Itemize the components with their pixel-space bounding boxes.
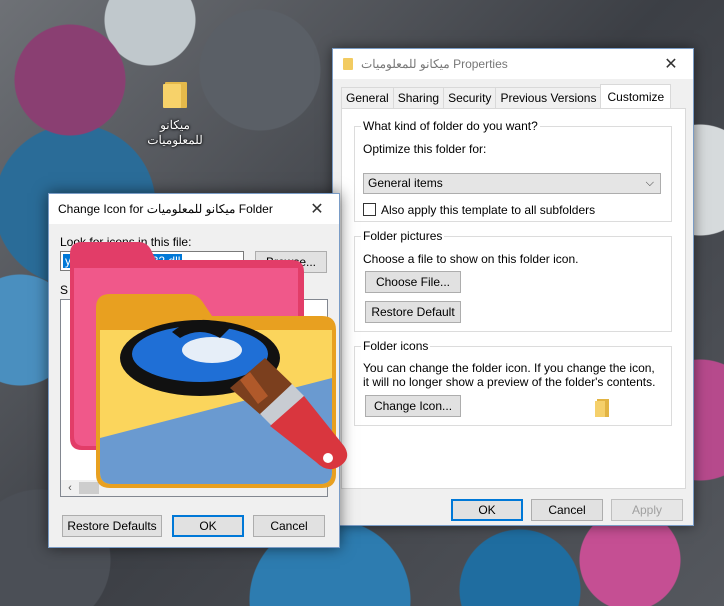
close-icon[interactable]: ✕ — [649, 49, 693, 79]
folder-pictures-title: Folder pictures — [361, 229, 445, 243]
tab-sharing[interactable]: Sharing — [392, 87, 445, 108]
folder-icon — [343, 58, 353, 70]
folder-icons-title: Folder icons — [361, 339, 431, 353]
ok-button[interactable]: OK — [451, 499, 523, 521]
choose-file-button[interactable]: Choose File... — [365, 271, 461, 293]
folder-type-title: What kind of folder do you want? — [361, 119, 540, 133]
properties-tabs: General Sharing Security Previous Versio… — [341, 84, 672, 108]
apply-subfolders-checkbox[interactable] — [363, 203, 376, 216]
optimize-label: Optimize this folder for: — [363, 142, 487, 156]
folder-customize-logo — [70, 242, 348, 488]
dialog-ok-button[interactable]: OK — [172, 515, 244, 537]
tab-customize[interactable]: Customize — [600, 84, 672, 108]
folder-type-group: What kind of folder do you want? Optimiz… — [354, 119, 672, 222]
desktop-folder-shortcut[interactable]: ميكانو للمعلوميات — [145, 78, 205, 148]
tab-previous-versions[interactable]: Previous Versions — [495, 87, 602, 108]
folder-icon — [163, 78, 187, 108]
folder-pictures-description: Choose a file to show on this folder ico… — [363, 252, 579, 266]
restore-default-button[interactable]: Restore Default — [365, 301, 461, 323]
properties-title: ميكانو للمعلوميات Properties — [361, 57, 508, 71]
cancel-button[interactable]: Cancel — [531, 499, 603, 521]
optimize-selected-value: General items — [368, 176, 443, 190]
close-icon[interactable]: ✕ — [295, 194, 339, 224]
apply-button[interactable]: Apply — [611, 499, 683, 521]
tab-general[interactable]: General — [341, 87, 394, 108]
folder-icons-group: Folder icons You can change the folder i… — [354, 339, 672, 426]
desktop-folder-label: ميكانو للمعلوميات — [147, 118, 203, 147]
customize-panel: What kind of folder do you want? Optimiz… — [341, 108, 686, 489]
folder-pictures-group: Folder pictures Choose a file to show on… — [354, 229, 672, 332]
change-icon-title: Change Icon for ميكانو للمعلوميات Folder — [58, 202, 273, 216]
folder-icons-description: You can change the folder icon. If you c… — [363, 361, 656, 389]
properties-window: ميكانو للمعلوميات Properties ✕ General S… — [332, 48, 694, 526]
folder-icon — [595, 397, 609, 417]
tab-security[interactable]: Security — [443, 87, 497, 108]
change-icon-button[interactable]: Change Icon... — [365, 395, 461, 417]
properties-titlebar[interactable]: ميكانو للمعلوميات Properties ✕ — [333, 49, 693, 79]
optimize-select[interactable]: General items ⌵ — [363, 173, 661, 194]
restore-defaults-button[interactable]: Restore Defaults — [62, 515, 162, 537]
chevron-down-icon: ⌵ — [645, 177, 654, 189]
change-icon-titlebar[interactable]: Change Icon for ميكانو للمعلوميات Folder… — [49, 194, 339, 224]
apply-subfolders-label[interactable]: Also apply this template to all subfolde… — [381, 203, 595, 217]
dialog-cancel-button[interactable]: Cancel — [253, 515, 325, 537]
